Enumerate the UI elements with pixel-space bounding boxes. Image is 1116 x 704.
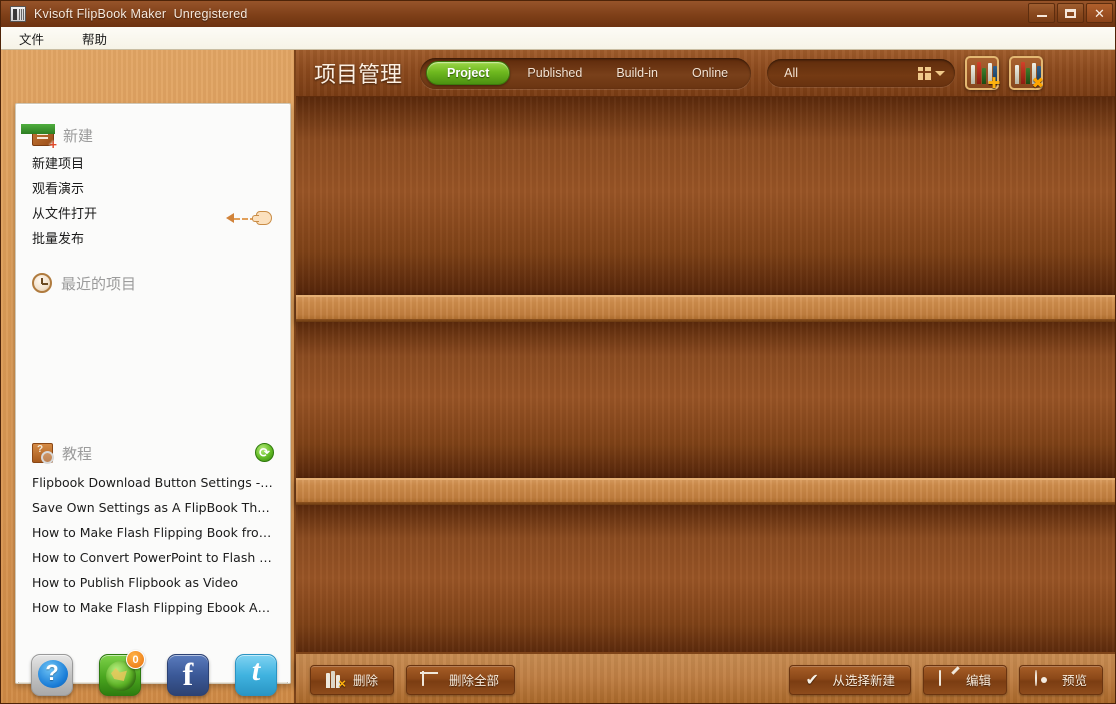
link-open-from-file[interactable]: 从文件打开 [32,202,274,227]
content-header: 项目管理 Project Published Build-in Online A… [296,50,1116,97]
sidebar-card: 新建 新建项目 观看演示 从文件打开 批量发布 最近的项目 [15,103,291,684]
toolbar-right-group: 从选择新建 编辑 预览 [789,665,1103,695]
menu-bar: 文件 帮助 [1,27,1116,50]
chevron-down-icon [935,71,945,76]
eye-icon [1035,671,1053,688]
check-icon [805,671,823,688]
tab-published[interactable]: Published [510,61,599,85]
delete-button[interactable]: 删除 [310,665,394,695]
tutorial-link-6[interactable]: How to Make Flash Flipping Ebook Auto Fl… [32,595,274,620]
sidebar: 新建 新建项目 观看演示 从文件打开 批量发布 最近的项目 [1,50,296,704]
window-title: Kvisoft FlipBook Maker Unregistered [34,7,248,21]
edit-icon [939,671,957,688]
toolbar-left-group: 删除 删除全部 [310,665,515,695]
section-header-new: 新建 [16,118,290,152]
link-batch-publish[interactable]: 批量发布 [32,227,274,252]
grid-view-icon [918,67,931,80]
tutorial-icon [32,443,53,463]
bottom-toolbar: 删除 删除全部 从选择新建 编辑 [296,652,1116,704]
shelf-back-2 [296,322,1116,478]
delete-button-label: 删除 [353,670,378,689]
cross-icon: ✖ [1032,76,1045,91]
main-content: 新建 新建项目 观看演示 从文件打开 批量发布 最近的项目 [1,50,1116,704]
refresh-icon[interactable]: ⟳ [255,443,274,462]
app-icon [10,6,26,22]
minimize-icon [1037,15,1047,17]
updates-badge: 0 [126,650,145,669]
section-header-recent: 最近的项目 [16,266,290,300]
tab-bar: Project Published Build-in Online [420,58,751,89]
page-title: 项目管理 [314,57,402,89]
tab-online[interactable]: Online [675,61,745,85]
maximize-button[interactable] [1057,3,1084,23]
shelf-rail-2 [296,478,1116,505]
preview-button-label: 预览 [1062,670,1087,689]
tutorial-link-1[interactable]: Flipbook Download Button Settings - Down… [32,470,274,495]
delete-all-button-label: 删除全部 [449,670,499,689]
filter-icons [918,67,945,80]
section-title-tutorial: 教程 [62,443,92,464]
new-from-selection-button[interactable]: 从选择新建 [789,665,911,695]
filter-value: All [784,66,798,80]
new-links-list: 新建项目 观看演示 从文件打开 批量发布 [16,152,290,252]
menu-item-help[interactable]: 帮助 [78,28,111,49]
shelf-back-1 [296,97,1116,295]
edit-button-label: 编辑 [966,670,991,689]
link-watch-demo[interactable]: 观看演示 [32,177,274,202]
content-area: 项目管理 Project Published Build-in Online A… [296,50,1116,704]
delete-book-icon [326,671,344,688]
help-button[interactable] [31,654,73,696]
clock-icon [32,273,52,293]
section-header-tutorial: 教程 ⟳ [16,436,290,470]
maximize-icon [1065,9,1076,18]
section-title-recent: 最近的项目 [61,273,136,294]
new-book-icon [32,124,54,146]
preview-button[interactable]: 预览 [1019,665,1103,695]
link-new-project[interactable]: 新建项目 [32,152,274,177]
question-mark-icon [38,660,68,688]
edit-button[interactable]: 编辑 [923,665,1007,695]
tab-build-in[interactable]: Build-in [599,61,675,85]
tab-project[interactable]: Project [426,61,510,85]
application-window: Kvisoft FlipBook Maker Unregistered ✕ 文件… [0,0,1116,704]
recent-projects-list [16,300,290,422]
tutorial-links-list: Flipbook Download Button Settings - Down… [16,470,290,620]
shelf-back-3 [296,505,1116,658]
filter-dropdown[interactable]: All [767,59,955,87]
plus-icon: ✚ [988,76,1001,91]
menu-item-file[interactable]: 文件 [15,28,48,49]
bookshelf[interactable] [296,97,1116,652]
remove-books-button[interactable]: ✖ [1009,56,1043,90]
window-controls: ✕ [1028,3,1113,23]
shelf-rail-1 [296,295,1116,322]
close-icon: ✕ [1094,7,1105,20]
section-title-new: 新建 [63,125,93,146]
tutorial-link-4[interactable]: How to Convert PowerPoint to Flash Ebook… [32,545,274,570]
twitter-button[interactable] [235,654,277,696]
close-button[interactable]: ✕ [1086,3,1113,23]
title-bar: Kvisoft FlipBook Maker Unregistered ✕ [1,1,1116,27]
tutorial-link-2[interactable]: Save Own Settings as A FlipBook Theme in… [32,495,274,520]
minimize-button[interactable] [1028,3,1055,23]
add-books-button[interactable]: ✚ [965,56,999,90]
updates-button[interactable]: 0 [99,654,141,696]
new-from-selection-label: 从选择新建 [832,670,895,689]
tutorial-link-5[interactable]: How to Publish Flipbook as Video [32,570,274,595]
social-dock: 0 [1,645,296,704]
delete-all-button[interactable]: 删除全部 [406,665,515,695]
trash-icon [422,671,440,688]
facebook-button[interactable] [167,654,209,696]
tutorial-link-3[interactable]: How to Make Flash Flipping Book from PDF [32,520,274,545]
